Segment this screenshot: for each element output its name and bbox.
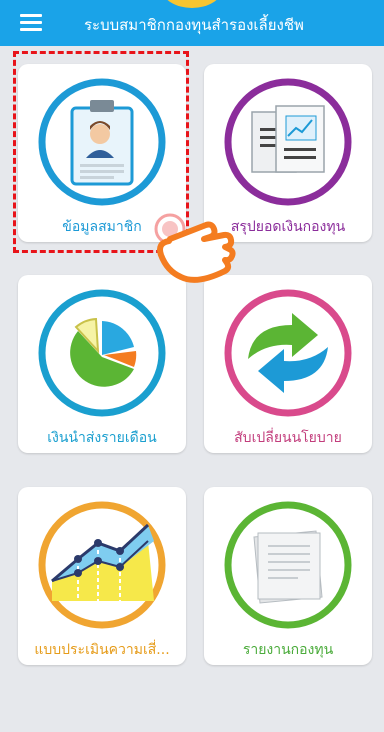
pie-chart-icon [38,289,166,417]
menu-card-risk-assessment[interactable]: แบบประเมินความเสี่... [18,487,186,665]
menu-label: รายงานกองทุน [242,642,334,658]
menu-label: สับเปลี่ยนนโยบาย [234,430,342,446]
menu-label: แบบประเมินความเสี่... [34,642,170,658]
risk-chart-icon [38,501,166,629]
report-document-icon [224,78,352,206]
swap-arrows-icon [224,289,352,417]
menu-label: เงินนำส่งรายเดือน [47,430,157,446]
menu-card-fund-report[interactable]: รายงานกองทุน [204,487,372,665]
tap-hand-icon [154,213,236,283]
hamburger-icon[interactable] [20,14,42,31]
app-header: ระบบสมาชิกกองทุนสำรองเลี้ยงชีพ [0,0,384,46]
page-title: ระบบสมาชิกกองทุนสำรองเลี้ยงชีพ [84,16,304,34]
paper-stack-icon [224,501,352,629]
header-bubble [162,0,222,8]
